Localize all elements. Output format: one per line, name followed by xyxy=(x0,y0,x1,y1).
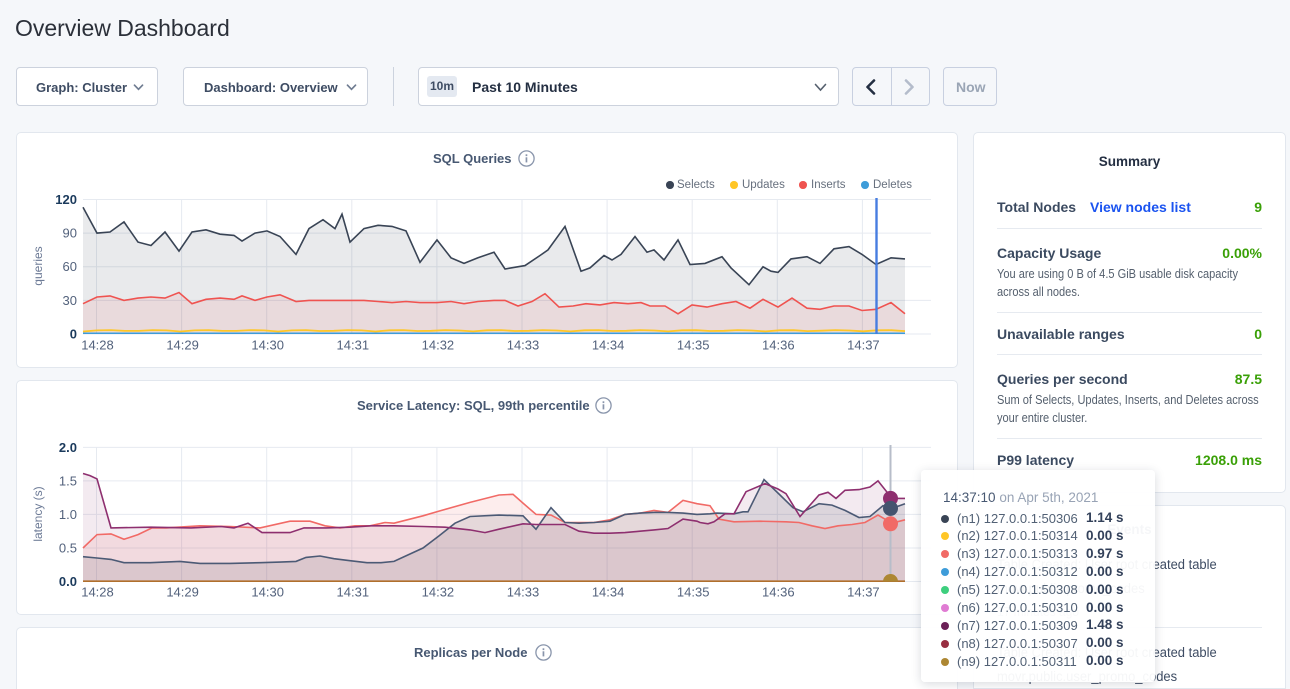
svg-text:14:32: 14:32 xyxy=(422,338,455,353)
svg-text:30: 30 xyxy=(63,293,77,308)
svg-text:1.5: 1.5 xyxy=(59,473,77,488)
svg-text:14:28: 14:28 xyxy=(81,585,114,600)
svg-text:14:31: 14:31 xyxy=(337,585,370,600)
svg-text:14:29: 14:29 xyxy=(166,338,199,353)
svg-text:14:29: 14:29 xyxy=(166,585,199,600)
svg-text:14:33: 14:33 xyxy=(507,585,540,600)
svg-text:14:32: 14:32 xyxy=(422,585,455,600)
svg-text:2.0: 2.0 xyxy=(59,440,77,455)
svg-text:14:30: 14:30 xyxy=(251,338,284,353)
svg-text:0.5: 0.5 xyxy=(59,541,77,556)
svg-text:14:37: 14:37 xyxy=(847,338,880,353)
svg-text:1.0: 1.0 xyxy=(59,507,77,522)
svg-text:14:34: 14:34 xyxy=(592,338,625,353)
svg-text:14:36: 14:36 xyxy=(762,338,795,353)
svg-text:14:30: 14:30 xyxy=(251,585,284,600)
svg-text:14:31: 14:31 xyxy=(337,338,370,353)
svg-text:14:35: 14:35 xyxy=(677,585,710,600)
svg-text:14:33: 14:33 xyxy=(507,338,540,353)
svg-text:0.0: 0.0 xyxy=(59,574,77,589)
svg-text:0: 0 xyxy=(70,327,77,342)
svg-text:90: 90 xyxy=(63,226,77,241)
svg-text:14:34: 14:34 xyxy=(592,585,625,600)
svg-text:120: 120 xyxy=(55,192,77,207)
svg-text:latency (s): latency (s) xyxy=(31,486,45,541)
svg-text:queries: queries xyxy=(31,246,45,285)
svg-text:14:37: 14:37 xyxy=(847,585,880,600)
svg-text:14:35: 14:35 xyxy=(677,338,710,353)
svg-text:60: 60 xyxy=(63,259,77,274)
svg-text:14:28: 14:28 xyxy=(81,338,114,353)
svg-text:14:36: 14:36 xyxy=(762,585,795,600)
